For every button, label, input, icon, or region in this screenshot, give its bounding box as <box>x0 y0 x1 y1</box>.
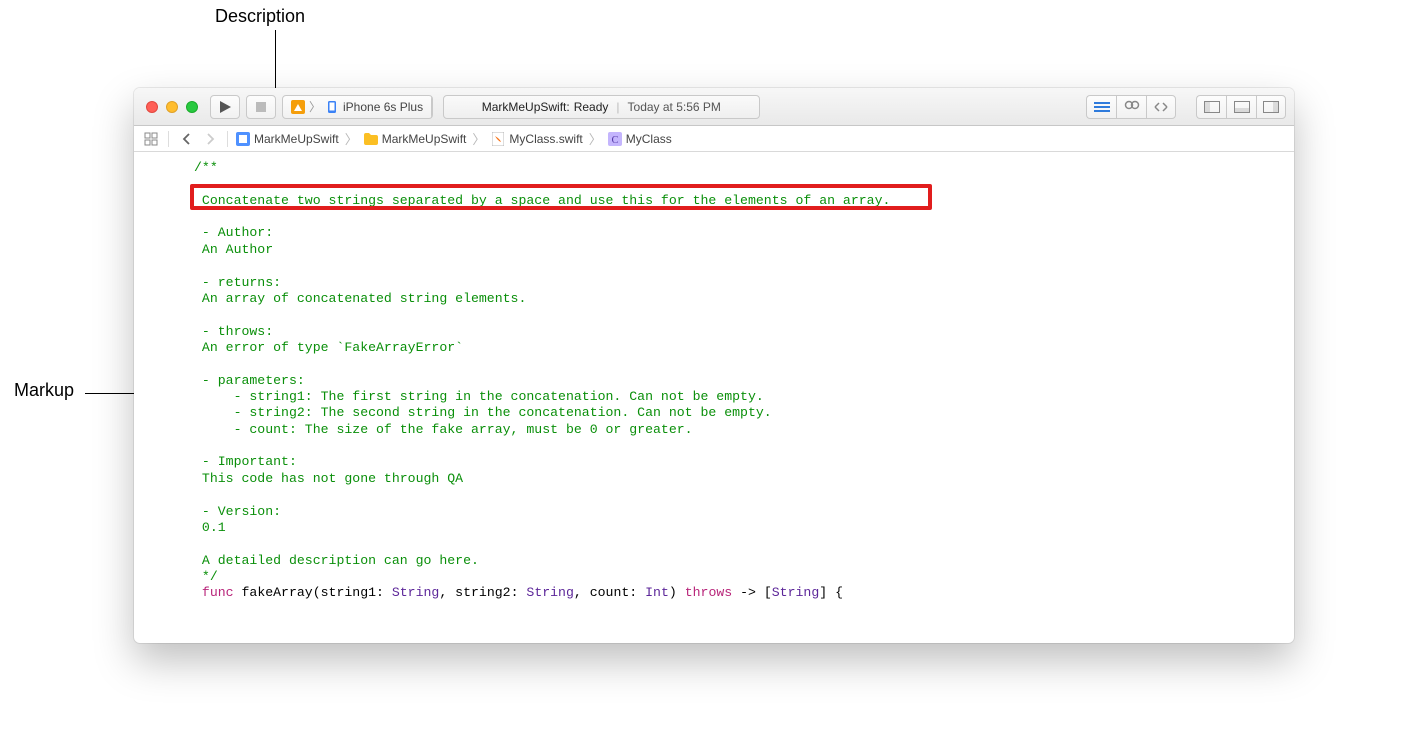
comment-important-value: This code has not gone through QA <box>194 471 463 486</box>
scheme-chevron-icon: 〉 <box>309 98 321 115</box>
comment-version-tag: - Version: <box>194 504 281 519</box>
divider <box>227 131 228 147</box>
folder-icon <box>364 132 378 146</box>
navigator-panel-icon <box>1204 101 1220 113</box>
breadcrumb-project[interactable]: MarkMeUpSwift <box>234 132 341 146</box>
target-app-icon <box>291 100 305 114</box>
comment-param1: - string1: The first string in the conca… <box>194 389 764 404</box>
type-string2: String <box>526 585 573 600</box>
version-editor-button[interactable] <box>1146 95 1176 119</box>
divider <box>168 131 169 147</box>
go-forward-button[interactable] <box>199 129 221 149</box>
project-icon <box>236 132 250 146</box>
stop-button[interactable] <box>246 95 276 119</box>
activity-view[interactable]: MarkMeUpSwift: Ready | Today at 5:56 PM <box>443 95 759 119</box>
chevron-right-icon: 〉 <box>589 129 602 148</box>
activity-separator: | <box>616 100 619 114</box>
version-editor-icon <box>1153 101 1169 113</box>
related-items-icon <box>144 132 158 146</box>
comment-throws-value: An error of type `FakeArrayError` <box>194 340 463 355</box>
comment-author-tag: - Author: <box>194 225 273 240</box>
comment-parameters-tag: - parameters: <box>194 373 305 388</box>
activity-time: Today at 5:56 PM <box>628 100 721 114</box>
toggle-debug-area-button[interactable] <box>1226 95 1256 119</box>
comment-returns-value: An array of concatenated string elements… <box>194 291 526 306</box>
run-button[interactable] <box>210 95 240 119</box>
svg-text:C: C <box>611 135 618 146</box>
swift-file-icon <box>491 132 505 146</box>
comment-returns-tag: - returns: <box>194 275 281 290</box>
breadcrumb-symbol-label: MyClass <box>626 132 672 146</box>
scheme-selector[interactable]: 〉 iPhone 6s Plus <box>282 95 433 119</box>
assistant-editor-icon <box>1124 100 1140 114</box>
comment-open: /** <box>194 160 218 175</box>
chevron-right-icon: 〉 <box>345 129 358 148</box>
breadcrumb-symbol[interactable]: C MyClass <box>606 132 674 146</box>
fn-signature-arrow: -> [ <box>732 585 772 600</box>
comment-description: Concatenate two strings separated by a s… <box>194 193 890 208</box>
window-zoom-button[interactable] <box>186 101 198 113</box>
fn-signature-part3: , count: <box>574 585 645 600</box>
go-back-button[interactable] <box>175 129 197 149</box>
type-return: String <box>772 585 819 600</box>
scheme-device-label: iPhone 6s Plus <box>343 100 423 114</box>
comment-close: */ <box>194 569 218 584</box>
jump-bar: MarkMeUpSwift 〉 MarkMeUpSwift 〉 MyClass.… <box>134 126 1294 152</box>
comment-detail: A detailed description can go here. <box>194 553 479 568</box>
fn-signature-brace: ] { <box>819 585 843 600</box>
fn-signature-part2: , string2: <box>439 585 526 600</box>
utilities-panel-icon <box>1263 101 1279 113</box>
toggle-utilities-button[interactable] <box>1256 95 1286 119</box>
chevron-left-icon <box>182 133 191 145</box>
debug-panel-icon <box>1234 101 1250 113</box>
scheme-target[interactable]: 〉 iPhone 6s Plus <box>283 96 432 118</box>
comment-important-tag: - Important: <box>194 454 297 469</box>
comment-author-value: An Author <box>194 242 273 257</box>
toggle-navigator-button[interactable] <box>1196 95 1226 119</box>
assistant-editor-button[interactable] <box>1116 95 1146 119</box>
breadcrumb-project-label: MarkMeUpSwift <box>254 132 339 146</box>
fn-signature-part1: fakeArray(string1: <box>234 585 392 600</box>
breadcrumb-file[interactable]: MyClass.swift <box>489 132 584 146</box>
annotation-markup-label: Markup <box>14 380 74 401</box>
activity-status: Ready <box>574 100 609 114</box>
fn-signature-part4: ) <box>669 585 685 600</box>
code-editor[interactable]: /** Concatenate two strings separated by… <box>134 152 1294 643</box>
chevron-right-icon <box>206 133 215 145</box>
type-int: Int <box>645 585 669 600</box>
standard-editor-icon <box>1094 101 1110 113</box>
editor-mode-group <box>1086 95 1176 119</box>
type-string1: String <box>392 585 439 600</box>
window-close-button[interactable] <box>146 101 158 113</box>
xcode-window: 〉 iPhone 6s Plus MarkMeUpSwift: Ready | … <box>134 88 1294 643</box>
panel-toggle-group <box>1196 95 1286 119</box>
comment-param3: - count: The size of the fake array, mus… <box>194 422 693 437</box>
activity-project: MarkMeUpSwift: <box>482 100 570 114</box>
breadcrumb-file-label: MyClass.swift <box>509 132 582 146</box>
comment-version-value: 0.1 <box>194 520 226 535</box>
breadcrumb-folder[interactable]: MarkMeUpSwift <box>362 132 469 146</box>
device-iphone-icon <box>325 100 339 114</box>
window-minimize-button[interactable] <box>166 101 178 113</box>
kw-func: func <box>202 585 234 600</box>
kw-throws: throws <box>685 585 732 600</box>
related-items-button[interactable] <box>140 129 162 149</box>
class-symbol-icon: C <box>608 132 622 146</box>
comment-param2: - string2: The second string in the conc… <box>194 405 772 420</box>
breadcrumb-folder-label: MarkMeUpSwift <box>382 132 467 146</box>
standard-editor-button[interactable] <box>1086 95 1116 119</box>
chevron-right-icon: 〉 <box>472 129 485 148</box>
comment-throws-tag: - throws: <box>194 324 273 339</box>
annotation-description-label: Description <box>215 6 305 27</box>
titlebar: 〉 iPhone 6s Plus MarkMeUpSwift: Ready | … <box>134 88 1294 126</box>
traffic-lights <box>146 101 198 113</box>
